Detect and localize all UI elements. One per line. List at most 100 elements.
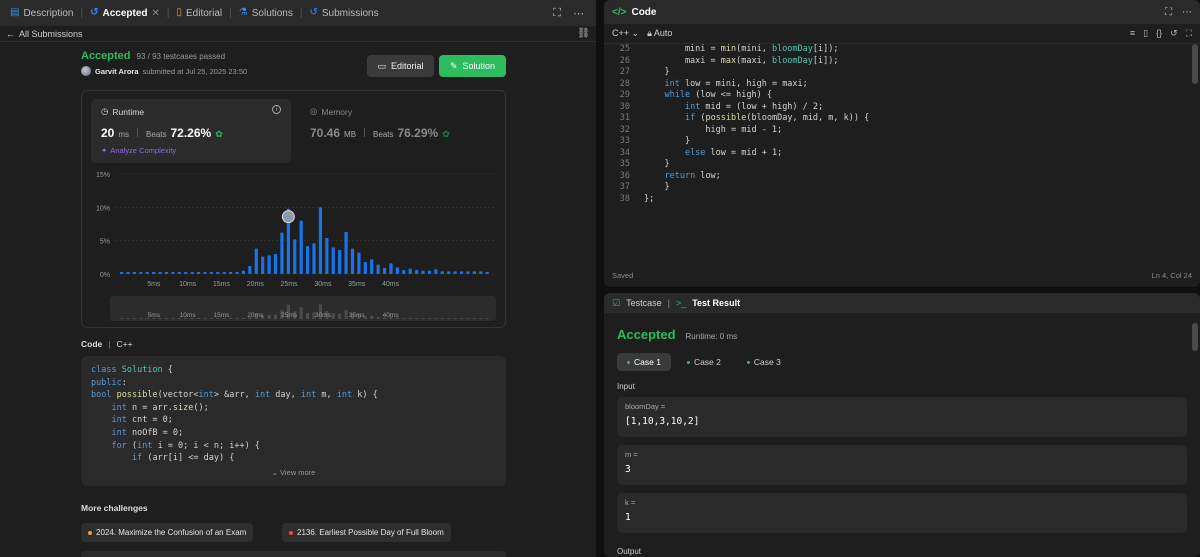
- case-label: Case 3: [753, 357, 781, 367]
- bar: [164, 272, 169, 274]
- challenge-chip[interactable]: 2024. Maximize the Confusion of an Exam: [81, 523, 254, 542]
- bar: [472, 271, 476, 274]
- reset-icon[interactable]: ↺: [1170, 28, 1178, 39]
- bar: [139, 272, 143, 274]
- more-challenges-title: More challenges: [81, 503, 148, 513]
- auto-mode[interactable]: 🔒︎ Auto: [647, 28, 672, 39]
- bar: [132, 272, 137, 274]
- bar: [363, 262, 367, 274]
- tab-editorial[interactable]: ▯ Editorial: [171, 0, 229, 26]
- solution-button[interactable]: ✎ Solution: [439, 55, 506, 77]
- tab-solutions[interactable]: ⚗ Solutions: [233, 0, 299, 26]
- clock-icon: ◷: [101, 106, 109, 116]
- line-text: };: [644, 193, 655, 204]
- avatar[interactable]: [81, 66, 91, 76]
- bar: [370, 259, 374, 274]
- y-tick-label: 5%: [100, 239, 110, 246]
- language-select[interactable]: C++ ⌄: [612, 28, 639, 39]
- bar: [440, 271, 444, 274]
- more-icon[interactable]: ⋯: [1182, 7, 1192, 18]
- username[interactable]: Garvit Arora: [95, 67, 139, 76]
- maximize-icon[interactable]: ⛶: [1165, 7, 1172, 18]
- view-more-button[interactable]: ⌄ View more: [81, 467, 506, 480]
- case-label: Case 2: [693, 357, 721, 367]
- left-tabbar: ▤ Description | ↺ Accepted ✕ | ▯ Editori…: [0, 0, 596, 26]
- submitted-time: submitted at Jul 25, 2025 23:50: [142, 66, 248, 76]
- close-icon[interactable]: ✕: [152, 8, 160, 19]
- x-tick-label: 40ms: [382, 281, 400, 288]
- bar: [415, 270, 419, 274]
- bar: [241, 270, 246, 274]
- navigator-bar: [485, 318, 489, 319]
- line-number: 28: [619, 78, 630, 89]
- runtime-card[interactable]: ◷ Runtime i 20 ms Beats 72.26% ✿ ✦ Analy…: [91, 99, 291, 163]
- line-text: int mid = (low + high) / 2;: [684, 101, 824, 112]
- panel-resizer[interactable]: [598, 0, 602, 557]
- bar: [190, 272, 194, 274]
- tab-submissions[interactable]: ↺ Submissions: [303, 0, 384, 26]
- editor-toolbar: C++ ⌄ 🔒︎ Auto ≡ ▯ {} ↺ ⛶: [604, 24, 1200, 44]
- tab-accepted[interactable]: ↺ Accepted ✕: [84, 0, 166, 26]
- bar: [453, 271, 457, 274]
- bar: [254, 248, 258, 274]
- link-icon[interactable]: ⛓: [577, 28, 590, 39]
- x-tick-label: 10ms: [179, 281, 197, 288]
- editor-line: 27 }: [604, 67, 1194, 79]
- result-runtime: Runtime: 0 ms: [685, 332, 738, 341]
- sparkle-icon: ✦: [101, 146, 108, 155]
- navigator-bar: [344, 309, 348, 319]
- tab-description[interactable]: ▤ Description: [4, 0, 79, 26]
- editor-line: 33 }: [604, 136, 1194, 148]
- beats-label: Beats: [373, 130, 394, 139]
- editor-scrollbar[interactable]: [1192, 44, 1198, 84]
- editorial-icon: ▯: [176, 7, 183, 18]
- notes-icon[interactable]: ≡: [1130, 28, 1135, 39]
- code-editor[interactable]: 25 mini = min(mini, bloomDay[i]); 26 maxi…: [604, 44, 1194, 269]
- line-number: 35: [619, 159, 630, 169]
- runtime-distribution-chart[interactable]: 0% 5% 10% 15% 5ms 10ms 15ms 20ms 25ms 30ms 35ms 40m…: [90, 168, 500, 323]
- memory-icon: ◎: [310, 106, 318, 116]
- case-tab-1[interactable]: Case 1: [617, 353, 671, 371]
- tab-testcase[interactable]: Testcase: [626, 298, 662, 308]
- info-icon[interactable]: i: [272, 105, 281, 114]
- tab-test-result[interactable]: Test Result: [692, 298, 740, 308]
- submission-code[interactable]: class Solution { public: bool possible(v…: [81, 356, 506, 486]
- case-tab-3[interactable]: Case 3: [737, 353, 791, 371]
- analyze-complexity-button[interactable]: ✦ Analyze Complexity: [101, 146, 281, 155]
- navigator-bar: [338, 313, 342, 319]
- arrow-left-icon[interactable]: ←: [6, 29, 15, 39]
- bar: [222, 272, 226, 274]
- expand-icon[interactable]: ⛶: [553, 7, 561, 20]
- divider: [364, 128, 366, 137]
- bar: [120, 272, 124, 274]
- case-tab-2[interactable]: Case 2: [677, 353, 731, 371]
- flask-icon: ⚗: [238, 7, 248, 18]
- chevrons-down-icon: ⌄: [271, 468, 278, 478]
- editorial-button[interactable]: ▭ Editorial: [367, 55, 434, 77]
- braces-icon[interactable]: {}: [1156, 28, 1162, 39]
- line-number: 30: [619, 101, 630, 112]
- line-text: }: [644, 159, 670, 169]
- fullscreen-icon[interactable]: ⛶: [1186, 28, 1192, 39]
- difficulty-dot: [289, 530, 293, 535]
- bar: [216, 272, 220, 274]
- editor-line: 36 return low;: [604, 171, 1194, 183]
- result-scrollbar[interactable]: [1192, 323, 1198, 351]
- editor-line: 26 maxi = max(maxi, bloomDay[i]);: [604, 56, 1194, 68]
- memory-title: Memory: [321, 106, 353, 117]
- code-editor-panel: </> Code ⛶ ⋯ C++ ⌄ 🔒︎ Auto ≡ ▯ {} ↺ ⛶ 25…: [604, 0, 1200, 287]
- result-status: Accepted: [617, 327, 676, 342]
- navigator-bar: [171, 318, 175, 319]
- left-tab-tools: ⛶ ⋯: [553, 7, 592, 20]
- all-submissions-link[interactable]: All Submissions: [19, 29, 83, 39]
- bar: [382, 268, 387, 274]
- bar: [229, 272, 233, 274]
- line-text: else low = mid + 1;: [684, 147, 783, 158]
- challenge-chip[interactable]: 2136. Earliest Possible Day of Full Bloo…: [282, 523, 451, 542]
- memory-beats: 76.29%: [397, 126, 439, 140]
- memory-card[interactable]: ◎ Memory 70.46 MB Beats 76.29% ✿: [304, 99, 494, 163]
- more-icon[interactable]: ⋯: [573, 7, 584, 20]
- tab-label: Editorial: [186, 7, 223, 19]
- bookmark-icon[interactable]: ▯: [1143, 28, 1148, 39]
- bar: [299, 220, 303, 274]
